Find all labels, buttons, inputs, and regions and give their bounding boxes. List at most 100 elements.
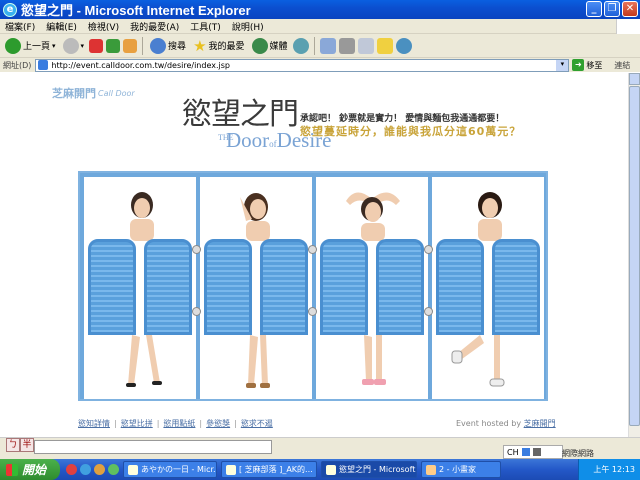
title-zh: 慾望之門 [182,97,299,132]
hosted-by: Event hosted by 芝麻開門 [456,418,556,429]
mail-icon[interactable] [319,37,336,54]
title-en-door: Door [226,128,270,152]
address-bar: 網址(D) http://event.calldoor.com.tw/desir… [0,58,640,72]
hinge-icon [192,307,201,316]
star-icon: ★ [193,36,207,55]
brand-logo[interactable]: 芝麻開門 Call Door [52,85,135,101]
go-arrow-icon[interactable]: ➜ [572,59,585,71]
edit-icon[interactable] [357,37,374,54]
links-button[interactable]: 連結 [614,60,630,71]
footer-link-more[interactable]: 慾求不遏 [241,418,273,429]
taskbar-item[interactable]: [ 芝麻部落 ]_AK的... [221,461,317,478]
start-button[interactable]: 開始 [0,459,60,480]
quicklaunch-icon[interactable] [66,464,77,475]
ime-mode-button[interactable]: ㄅ [6,438,20,452]
menu-edit[interactable]: 編輯(E) [46,20,77,33]
media-button[interactable]: 媒體 [250,36,290,56]
menu-tools[interactable]: 工具(T) [190,20,221,33]
taskbar-item[interactable]: 2 - 小畫家 [421,461,501,478]
discuss-icon[interactable] [376,37,393,54]
task-label: 2 - 小畫家 [439,465,477,474]
back-dropdown-icon[interactable]: ▾ [52,42,56,50]
security-zone: 網際網路 [562,448,594,459]
menu-file[interactable]: 檔案(F) [5,20,35,33]
refresh-icon[interactable] [106,38,121,53]
forward-dropdown-icon[interactable]: ▾ [81,42,85,50]
toolbar-separator [142,36,144,55]
favorites-button[interactable]: ★ 我的最愛 [191,36,246,56]
search-button[interactable]: 搜尋 [148,36,188,56]
stop-icon[interactable] [89,38,104,53]
messenger-icon[interactable] [395,37,412,54]
taskbar-item-active[interactable]: 慾望之門 - Microsoft ... [321,461,417,478]
footer-link-details[interactable]: 慾知詳情 [78,418,110,429]
hinge-icon [308,245,317,254]
ime-composition-box[interactable] [34,440,272,454]
hinge-icon [308,307,317,316]
ie-icon: e [3,2,17,17]
language-bar[interactable]: CH [503,445,563,459]
address-dropdown-icon[interactable]: ▾ [556,59,569,71]
forward-arrow-icon [62,37,79,54]
door-leaf-left [88,239,136,335]
back-arrow-icon [5,37,21,54]
home-icon[interactable] [123,38,138,53]
footer-separator: | [234,419,237,428]
footer-separator: | [199,419,203,428]
minimize-button[interactable]: _ [586,1,602,17]
task-ie-icon [226,464,236,475]
windows-flag-icon [6,463,18,476]
menu-view[interactable]: 檢視(V) [88,20,119,33]
hosted-by-link[interactable]: 芝麻開門 [524,419,556,428]
footer-link-prizes[interactable]: 參慾獎 [206,418,230,429]
hosted-by-label: Event hosted by [456,419,522,428]
door-panel[interactable] [200,177,312,399]
ime-width-button[interactable]: 半 [20,438,34,452]
forward-button[interactable]: ▾ [61,36,87,56]
brand-name-zh: 芝麻開門 [52,87,96,100]
taskbar: 開始 あやかの一日 - Micr... [ 芝麻部落 ]_AK的... 慾望之門… [0,459,640,480]
quicklaunch-icon[interactable] [80,464,91,475]
help-icon[interactable] [532,448,541,456]
door-panel[interactable] [316,177,428,399]
footer-link-contest[interactable]: 慾望比拼 [121,418,153,429]
task-label: 慾望之門 - Microsoft ... [339,465,417,474]
scroll-thumb[interactable] [629,86,640,426]
keyboard-icon[interactable] [521,448,530,456]
hinge-icon [192,245,201,254]
door-leaf-right [260,239,308,335]
address-input[interactable]: http://event.calldoor.com.tw/desire/inde… [35,58,570,72]
footer-separator: | [156,419,160,428]
menu-favorites[interactable]: 我的最愛(A) [130,20,179,33]
restore-button[interactable]: ❐ [604,1,620,17]
task-ie-icon [326,464,336,475]
quicklaunch-icon[interactable] [94,464,105,475]
address-label: 網址(D) [3,60,32,70]
start-label: 開始 [22,463,47,477]
title-bar: e 慾望之門 - Microsoft Internet Explorer _ ❐… [0,0,640,19]
taskbar-item[interactable]: あやかの一日 - Micr... [123,461,217,478]
go-button[interactable]: 移至 [586,60,602,71]
back-button[interactable]: 上一頁 ▾ [3,36,58,56]
quick-launch [66,464,119,475]
door-leaf-right [376,239,424,335]
headline: 慾望之門 THE DoorofDesire [182,97,331,153]
menu-help[interactable]: 說明(H) [232,20,264,33]
title-en-of: of [269,139,277,149]
door-leaf-left [320,239,368,335]
clock[interactable]: 上午 12:13 [593,464,635,475]
history-icon[interactable] [292,37,309,54]
close-button[interactable]: ✕ [622,1,638,17]
back-label: 上一頁 [23,42,51,52]
quicklaunch-icon[interactable] [108,464,119,475]
media-icon [251,37,268,54]
zone-label: 網際網路 [562,449,594,458]
page-viewport: 芝麻開門 Call Door 慾望之門 THE DoorofDesire 承認吧… [0,73,628,459]
scroll-up-button[interactable] [629,73,640,85]
vertical-scrollbar[interactable] [628,73,640,459]
door-panel[interactable] [84,177,196,399]
print-icon[interactable] [338,37,355,54]
window-controls: _ ❐ ✕ [586,1,638,17]
door-panel[interactable] [432,177,544,399]
footer-link-wallpaper[interactable]: 慾用點紙 [163,418,195,429]
